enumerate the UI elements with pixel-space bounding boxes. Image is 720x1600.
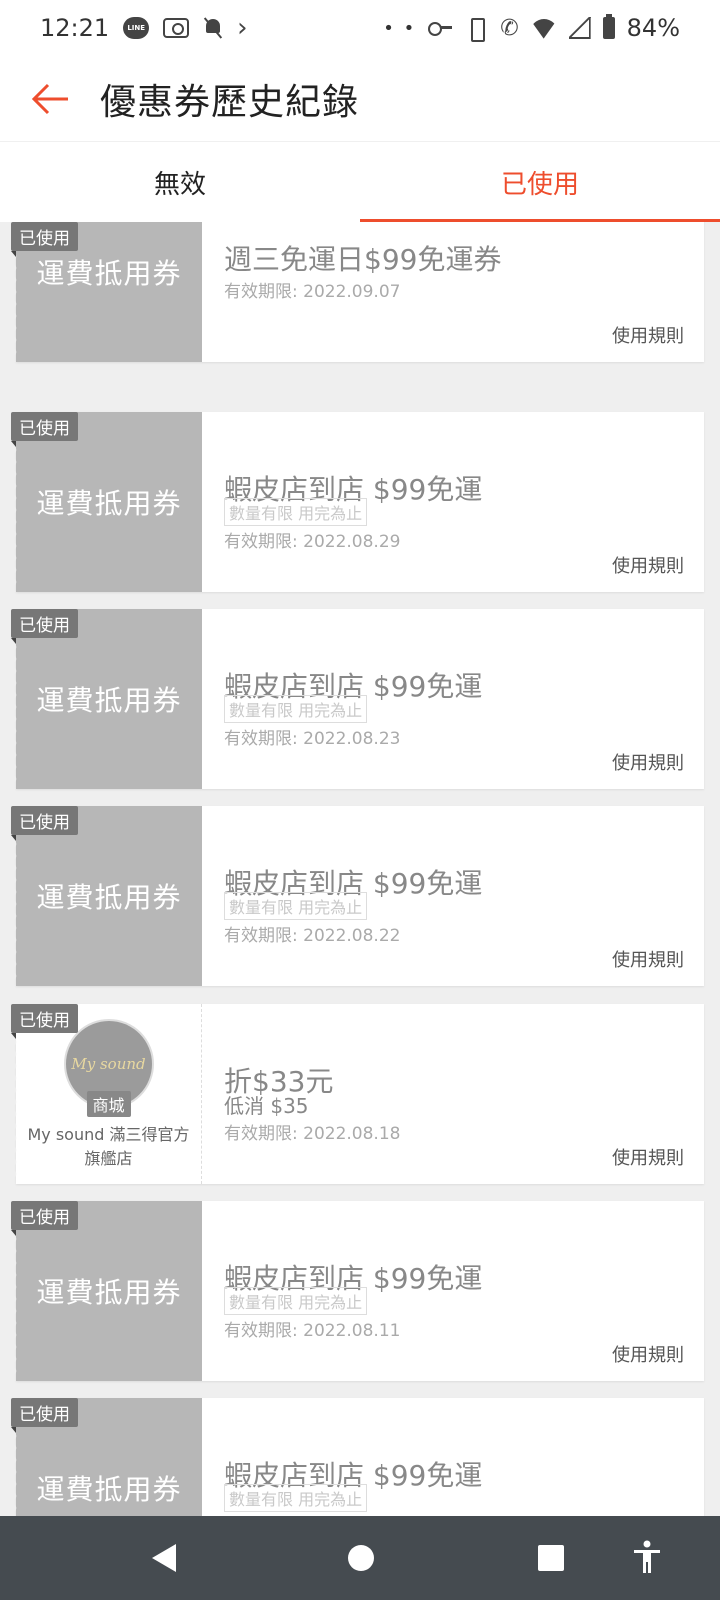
coupon-info: 蝦皮店到店 $99免運 數量有限 用完為止 有效期限: 2022.08.11 使… xyxy=(224,1201,684,1381)
wifi-icon xyxy=(531,17,557,39)
stub-label: 運費抵用券 xyxy=(36,881,182,914)
usage-rules-link[interactable]: 使用規則 xyxy=(612,322,684,348)
recents-square-icon[interactable] xyxy=(538,1545,564,1571)
limited-quantity-tag: 數量有限 用完為止 xyxy=(224,1287,368,1315)
stub-label: 運費抵用券 xyxy=(36,1276,182,1309)
used-badge: 已使用 xyxy=(11,412,78,447)
battery-percent: 84% xyxy=(626,14,680,42)
dots-icon: • • xyxy=(383,17,417,39)
used-badge: 已使用 xyxy=(11,1201,78,1236)
coupon-expiry: 有效期限: 2022.08.18 xyxy=(224,1124,401,1144)
used-badge: 已使用 xyxy=(11,609,78,644)
coupon-card[interactable]: 已使用 運費抵用券 蝦皮店到店 $99免運 數量有限 用完為止 有效期限: 20… xyxy=(11,1201,704,1381)
vibrate-icon xyxy=(464,17,488,42)
coupon-info: 蝦皮店到店 $99免運 數量有限 用完為止 有效期限: 2022.08.23 使… xyxy=(224,609,684,789)
usage-rules-link[interactable]: 使用規則 xyxy=(612,552,684,578)
scallop-edge xyxy=(12,826,20,986)
tab-used[interactable]: 已使用 xyxy=(360,142,720,222)
wifi-call-icon: ✆ xyxy=(500,15,519,41)
home-circle-icon[interactable] xyxy=(348,1545,374,1571)
bell-off-icon xyxy=(203,17,223,39)
coupon-info: 蝦皮店到店 $99免運 數量有限 用完為止 有效期限: 2022.08.22 使… xyxy=(224,806,684,986)
coupon-expiry: 有效期限: 2022.08.29 xyxy=(224,532,401,552)
coupon-info: 週三免運日$99免運券 有效期限: 2022.09.07 使用規則 xyxy=(224,222,684,362)
shop-logo-text: My sound xyxy=(71,1055,146,1073)
coupon-list[interactable]: 運費抵用券 週三免運日$99免運券 有效期限: 2022.09.07 使用規則 … xyxy=(0,222,720,1516)
scallop-edge xyxy=(12,629,20,789)
usage-rules-link[interactable]: 使用規則 xyxy=(612,749,684,775)
limited-quantity-tag: 數量有限 用完為止 xyxy=(224,1484,368,1512)
used-badge: 已使用 xyxy=(11,806,78,841)
limited-quantity-tag: 數量有限 用完為止 xyxy=(224,892,368,920)
coupon-card[interactable]: 已使用 My sound 商城 My sound 滿三得官方旗艦店 折$33元 … xyxy=(11,1004,704,1184)
camera-icon xyxy=(163,18,190,38)
stub-label: 運費抵用券 xyxy=(36,1473,182,1506)
accessibility-icon[interactable] xyxy=(632,1540,662,1574)
back-button[interactable] xyxy=(0,56,100,142)
tab-bar: 無效 已使用 xyxy=(0,142,720,222)
scallop-edge xyxy=(12,1221,20,1381)
used-badge: 已使用 xyxy=(11,1004,78,1039)
scallop-edge xyxy=(12,1024,20,1184)
stub-label: 運費抵用券 xyxy=(36,487,182,520)
coupon-info: 折$33元 低消 $35 有效期限: 2022.08.18 使用規則 xyxy=(224,1004,684,1184)
status-time: 12:21 xyxy=(40,14,110,42)
battery-icon xyxy=(602,14,615,39)
status-bar: 12:21 LINE › • • ✆ 84% xyxy=(0,0,720,56)
page-title: 優惠券歷史紀錄 xyxy=(100,81,360,123)
coupon-info: 蝦皮店到店 $99免運 數量有限 用完為止 xyxy=(224,1398,684,1516)
line-icon: LINE xyxy=(123,17,150,39)
arrow-left-icon xyxy=(31,83,68,114)
chevron-right-icon: › xyxy=(237,13,248,43)
limited-quantity-tag: 數量有限 用完為止 xyxy=(224,498,368,526)
shop-name: My sound 滿三得官方旗艦店 xyxy=(27,1125,190,1168)
coupon-title: 週三免運日$99免運券 xyxy=(224,243,502,276)
usage-rules-link[interactable]: 使用規則 xyxy=(612,1341,684,1367)
stub-label: 運費抵用券 xyxy=(36,684,182,717)
coupon-card[interactable]: 運費抵用券 週三免運日$99免運券 有效期限: 2022.09.07 使用規則 xyxy=(12,222,704,362)
coupon-expiry: 有效期限: 2022.08.23 xyxy=(224,729,401,749)
coupon-card[interactable]: 已使用 運費抵用券 蝦皮店到店 $99免運 數量有限 用完為止 xyxy=(11,1398,704,1516)
limited-quantity-tag: 數量有限 用完為止 xyxy=(224,695,368,723)
min-spend: 低消 $35 xyxy=(224,1094,309,1118)
usage-rules-link[interactable]: 使用規則 xyxy=(612,946,684,972)
coupon-card[interactable]: 已使用 運費抵用券 蝦皮店到店 $99免運 數量有限 用完為止 有效期限: 20… xyxy=(11,806,704,986)
usage-rules-link[interactable]: 使用規則 xyxy=(612,1144,684,1170)
stub-label: 運費抵用券 xyxy=(36,257,182,290)
coupon-expiry: 有效期限: 2022.08.22 xyxy=(224,926,401,946)
used-badge: 已使用 xyxy=(11,222,78,257)
coupon-info: 蝦皮店到店 $99免運 數量有限 用完為止 有效期限: 2022.08.29 使… xyxy=(224,412,684,592)
system-nav-bar xyxy=(0,1516,720,1600)
coupon-expiry: 有效期限: 2022.08.11 xyxy=(224,1321,401,1341)
coupon-card[interactable]: 已使用 運費抵用券 蝦皮店到店 $99免運 數量有限 用完為止 有效期限: 20… xyxy=(11,609,704,789)
used-badge: 已使用 xyxy=(11,1398,78,1433)
coupon-expiry: 有效期限: 2022.09.07 xyxy=(224,282,401,302)
signal-icon xyxy=(568,17,591,39)
key-icon xyxy=(428,21,453,36)
mall-tag: 商城 xyxy=(86,1091,131,1117)
back-triangle-icon[interactable] xyxy=(152,1544,176,1572)
tab-invalid[interactable]: 無效 xyxy=(0,142,360,222)
app-header: 優惠券歷史紀錄 xyxy=(0,56,720,142)
coupon-card[interactable]: 已使用 運費抵用券 蝦皮店到店 $99免運 數量有限 用完為止 有效期限: 20… xyxy=(11,412,704,592)
scallop-edge xyxy=(12,432,20,592)
